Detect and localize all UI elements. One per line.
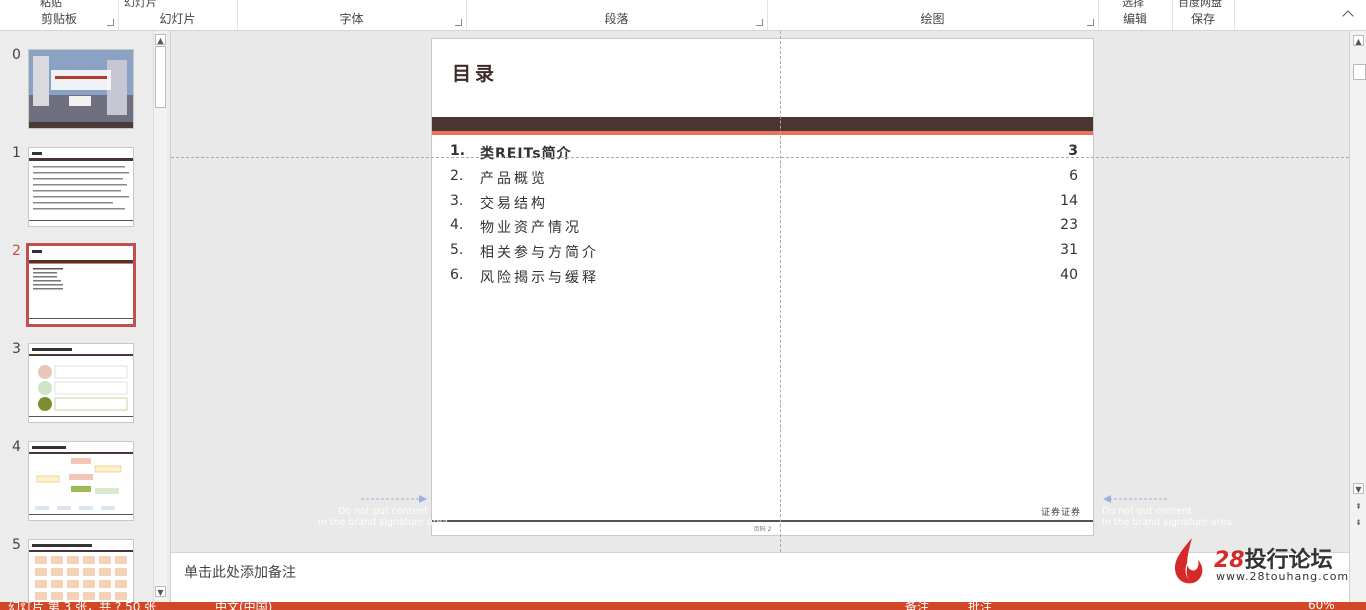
signature-area-notice-right: Do not put content in the brand signatur… bbox=[1102, 506, 1233, 528]
toc-item-page: 6 bbox=[1069, 168, 1078, 184]
thumbnail-scrollbar[interactable]: ▲ ▼ bbox=[153, 31, 167, 602]
drawing-launcher-icon[interactable] bbox=[1087, 19, 1094, 26]
scrollbar-thumb[interactable] bbox=[1353, 64, 1366, 80]
signature-area-notice-left: Do not put content in the brand signatur… bbox=[318, 506, 448, 528]
ribbon-group-drawing: 绘图 bbox=[767, 0, 1099, 30]
ribbon-group-slides: 幻灯片 幻灯片 bbox=[118, 0, 238, 30]
footer-line bbox=[432, 520, 1093, 522]
scroll-up-arrow-icon[interactable]: ▲ bbox=[155, 34, 166, 45]
collapse-ribbon-icon[interactable] bbox=[1342, 10, 1354, 22]
group-label-font: 字体 bbox=[339, 12, 364, 26]
text-slide-thumbnail-graphic bbox=[29, 152, 133, 221]
horizontal-guide[interactable] bbox=[171, 157, 1349, 158]
toc-item-label: 物业资产情况 bbox=[480, 220, 582, 236]
toc-item[interactable]: 3. 交易结构 14 bbox=[450, 193, 1078, 215]
ribbon-group-font: 字体 bbox=[237, 0, 467, 30]
baidu-netdisk-label[interactable]: 百度网盘 bbox=[1178, 0, 1222, 10]
toc-slide-thumbnail-graphic bbox=[29, 250, 133, 319]
title-divider-accent-bar bbox=[432, 131, 1093, 135]
toc-item-page: 31 bbox=[1060, 242, 1078, 258]
status-bar: 幻灯片 第 3 张，共 ? 50 张 中文(中国) 备注 批注 60% bbox=[0, 602, 1366, 610]
thumbnail-image[interactable] bbox=[28, 441, 134, 521]
toc-item-page: 23 bbox=[1060, 217, 1078, 233]
toc-item-label: 交易结构 bbox=[480, 196, 548, 212]
scroll-down-arrow-icon[interactable]: ▼ bbox=[1353, 483, 1364, 494]
overview-slide-thumbnail-graphic bbox=[29, 348, 133, 417]
toc-item-number: 3. bbox=[450, 193, 464, 209]
asset-slide-thumbnail-graphic bbox=[29, 544, 133, 600]
toc-item[interactable]: 1. 类REITs简介 3 bbox=[450, 143, 1078, 165]
thumbnail-number: 1 bbox=[12, 145, 21, 161]
group-label-clipboard: 剪贴板 bbox=[40, 12, 77, 26]
thumbnail-number: 2 bbox=[12, 243, 21, 259]
thumbnail-image[interactable] bbox=[28, 539, 134, 604]
editor-scrollbar[interactable]: ▲ ▼ ⇞ ⇟ bbox=[1349, 31, 1366, 602]
cover-thumbnail-graphic bbox=[29, 50, 133, 128]
group-label-editing: 编辑 bbox=[1122, 12, 1147, 26]
group-label-slides: 幻灯片 bbox=[159, 12, 196, 26]
zoom-level[interactable]: 60% bbox=[1308, 602, 1335, 610]
select-label[interactable]: 选择 bbox=[1122, 0, 1144, 10]
language-indicator[interactable]: 中文(中国) bbox=[215, 602, 272, 610]
footer-page-number: 页码 2 bbox=[753, 526, 772, 533]
vertical-guide[interactable] bbox=[780, 31, 781, 552]
thumbnail-image[interactable] bbox=[28, 49, 134, 129]
next-slide-icon[interactable]: ⇟ bbox=[1353, 517, 1364, 528]
toc-item-page: 40 bbox=[1060, 267, 1078, 283]
scroll-up-arrow-icon[interactable]: ▲ bbox=[1353, 35, 1364, 46]
ribbon: 粘贴 剪贴板 幻灯片 幻灯片 字体 段落 绘图 选择 编辑 百度网盘 保存 bbox=[0, 0, 1366, 31]
slide-title[interactable]: 目录 bbox=[452, 59, 498, 86]
toc-item[interactable]: 4. 物业资产情况 23 bbox=[450, 217, 1078, 239]
toc-item-label: 类REITs简介 bbox=[480, 146, 572, 162]
toc-item-label: 产品概览 bbox=[480, 171, 548, 187]
thumbnail-number: 4 bbox=[12, 439, 21, 455]
thumbnail-image[interactable] bbox=[28, 343, 134, 423]
comments-toggle-button[interactable]: 批注 bbox=[968, 602, 992, 610]
notes-placeholder[interactable]: 单击此处添加备注 bbox=[184, 562, 296, 582]
title-divider-dark-bar bbox=[432, 117, 1093, 131]
group-label-drawing: 绘图 bbox=[920, 12, 945, 26]
notes-toggle-button[interactable]: 备注 bbox=[905, 602, 929, 610]
font-launcher-icon[interactable] bbox=[455, 19, 462, 26]
toc-item-number: 2. bbox=[450, 168, 464, 184]
paragraph-launcher-icon[interactable] bbox=[756, 19, 763, 26]
ribbon-group-clipboard: 粘贴 剪贴板 bbox=[0, 0, 119, 30]
slide-editor-area: 目录 1. 类REITs简介 3 2. 产品概览 6 3. 交易结构 14 4.… bbox=[171, 31, 1349, 552]
thumbnail-image[interactable] bbox=[28, 147, 134, 227]
toc-item-label: 相关参与方简介 bbox=[480, 245, 599, 261]
toc-item-number: 5. bbox=[450, 242, 464, 258]
ribbon-group-paragraph: 段落 bbox=[466, 0, 768, 30]
slide-counter: 幻灯片 第 3 张，共 ? 50 张 bbox=[8, 602, 157, 610]
paste-label[interactable]: 粘贴 bbox=[40, 0, 62, 10]
toc-item-label: 风险揭示与缓释 bbox=[480, 270, 599, 286]
toc-item-number: 4. bbox=[450, 217, 464, 233]
watermark: 28投行论坛 www.28touhang.com bbox=[1170, 536, 1360, 586]
toc-item-number: 6. bbox=[450, 267, 464, 283]
previous-slide-icon[interactable]: ⇞ bbox=[1353, 501, 1364, 512]
structure-slide-thumbnail-graphic bbox=[29, 446, 133, 515]
slide-canvas[interactable]: 目录 1. 类REITs简介 3 2. 产品概览 6 3. 交易结构 14 4.… bbox=[431, 38, 1094, 536]
footer-brand-logo: 证券证券 bbox=[1040, 508, 1081, 518]
toc-item[interactable]: 6. 风险揭示与缓释 40 bbox=[450, 267, 1078, 289]
scrollbar-thumb[interactable] bbox=[155, 46, 166, 108]
ribbon-group-editing: 选择 编辑 bbox=[1098, 0, 1173, 30]
clipboard-launcher-icon[interactable] bbox=[107, 19, 114, 26]
thumbnail-number: 5 bbox=[12, 537, 21, 553]
thumbnail-image-selected[interactable] bbox=[26, 243, 136, 327]
scroll-down-arrow-icon[interactable]: ▼ bbox=[155, 586, 166, 597]
toc-item[interactable]: 2. 产品概览 6 bbox=[450, 168, 1078, 190]
watermark-url: www.28touhang.com bbox=[1216, 570, 1350, 583]
group-label-save: 保存 bbox=[1190, 12, 1215, 26]
toc-item[interactable]: 5. 相关参与方简介 31 bbox=[450, 242, 1078, 264]
new-slide-label[interactable]: 幻灯片 bbox=[124, 0, 157, 10]
slide-thumbnail-pane: 0 1 2 3 4 5 ▲ ▼ bbox=[0, 31, 171, 604]
toc-item-page: 14 bbox=[1060, 193, 1078, 209]
flame-logo-icon bbox=[1174, 538, 1203, 584]
group-label-paragraph: 段落 bbox=[604, 12, 629, 26]
ribbon-group-save: 百度网盘 保存 bbox=[1172, 0, 1235, 30]
thumbnail-number: 3 bbox=[12, 341, 21, 357]
thumbnail-number: 0 bbox=[12, 47, 21, 63]
